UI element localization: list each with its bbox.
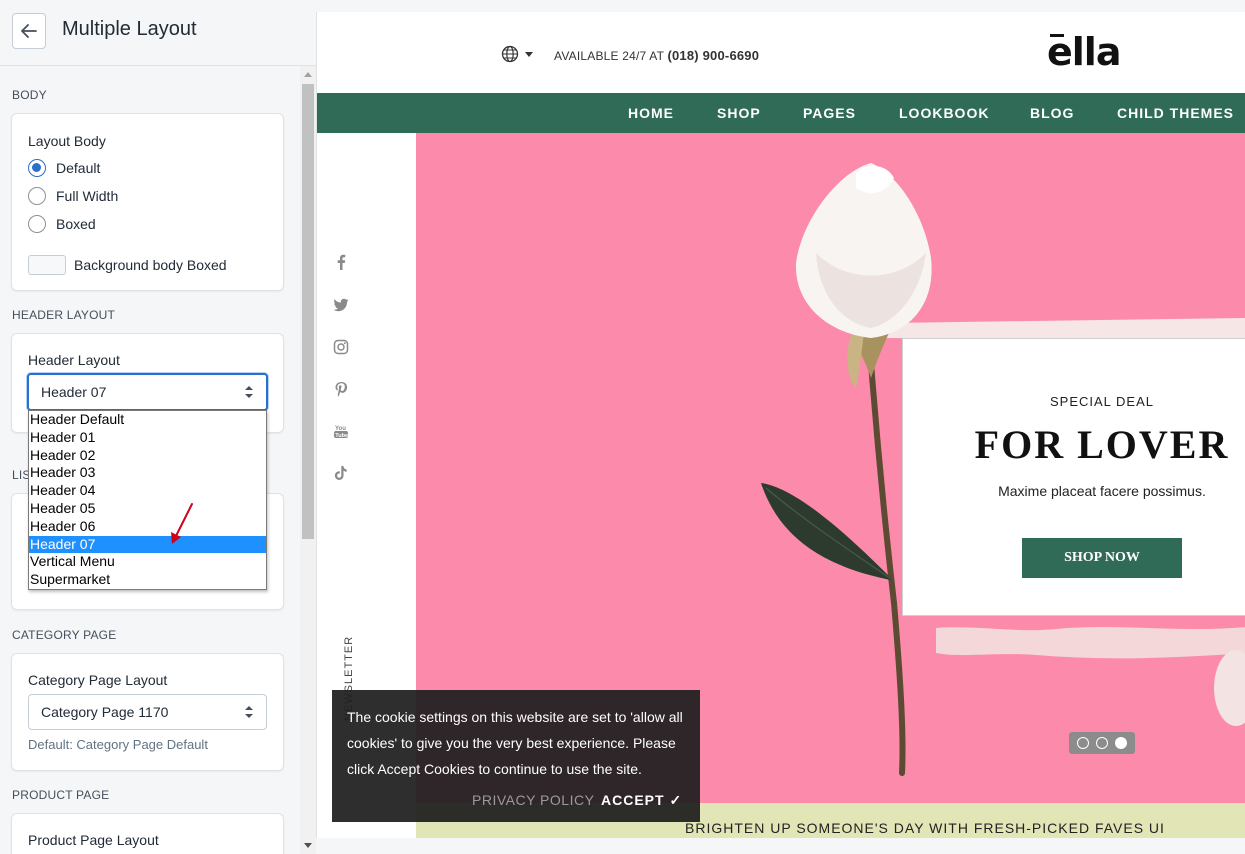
category-layout-select-value: Category Page 1170 [41,704,169,720]
dropdown-option-selected[interactable]: Header 07 [29,535,266,554]
radio-full-width[interactable]: Full Width [28,187,118,205]
promo-title: FOR LOVER [974,422,1230,467]
annotation-arrow-icon [171,503,193,544]
back-arrow-icon [21,24,37,38]
nav-blog[interactable]: BLOG [1030,93,1074,133]
radio-boxed[interactable]: Boxed [28,215,96,233]
availability-text: AVAILABLE 24/7 AT (018) 900-6690 [554,48,759,63]
availability-prefix: AVAILABLE 24/7 AT [554,49,664,63]
globe-icon[interactable] [501,45,519,63]
dropdown-option[interactable]: Supermarket [29,571,266,589]
chevron-down-icon[interactable] [525,52,533,57]
dropdown-option[interactable]: Header 01 [29,429,266,447]
instagram-icon[interactable] [333,339,349,355]
radio-default-control[interactable] [28,159,46,177]
header-layout-label: Header Layout [28,352,120,368]
radio-full-width-control[interactable] [28,187,46,205]
section-title-body: BODY [12,88,47,102]
youtube-icon[interactable]: You Tube [333,423,349,439]
tiktok-icon[interactable] [333,465,349,481]
slider-dot[interactable] [1095,737,1108,749]
select-arrows-icon [245,386,253,398]
back-button[interactable] [12,13,46,49]
sidebar-scrollbar[interactable] [300,66,316,854]
radio-boxed-control[interactable] [28,215,46,233]
promo-kicker: SPECIAL DEAL [1049,394,1154,409]
slider-pagination [1069,732,1135,754]
dropdown-option[interactable]: Header 06 [29,518,266,536]
section-title-header: HEADER LAYOUT [12,308,116,322]
layout-body-label: Layout Body [28,133,106,149]
radio-boxed-label: Boxed [56,216,96,232]
header-layout-dropdown: Header Default Header 01 Header 02 Heade… [28,410,267,590]
header-layout-select[interactable]: Header 07 [27,373,268,411]
select-arrows-icon [245,706,253,718]
promo-card: SPECIAL DEAL FOR LOVER Maxime placeat fa… [902,338,1245,616]
radio-default[interactable]: Default [28,159,100,177]
utility-bar: AVAILABLE 24/7 AT (018) 900-6690 ella [317,12,1245,93]
scroll-thumb[interactable] [302,84,314,539]
product-settings-card: Product Page Layout [11,813,284,854]
svg-text:Tube: Tube [335,433,348,439]
dropdown-option[interactable]: Header 03 [29,464,266,482]
main-navigation: HOME SHOP PAGES LOOKBOOK BLOG CHILD THEM… [317,93,1245,133]
cookie-message: The cookie settings on this website are … [347,709,683,777]
dropdown-option[interactable]: Header 05 [29,500,266,518]
promo-subtitle: Maxime placeat facere possimus. [998,483,1206,499]
panel-title: Multiple Layout [62,18,197,40]
scroll-up-arrow[interactable] [304,72,312,77]
privacy-policy-link[interactable]: PRIVACY POLICY [472,792,594,808]
nav-pages[interactable]: PAGES [803,93,856,133]
background-body-boxed: Background body Boxed [28,255,227,275]
dropdown-option[interactable]: Header Default [29,411,266,429]
section-title-product: PRODUCT PAGE [12,788,110,802]
background-body-boxed-label: Background body Boxed [74,257,227,273]
accept-cookies-button[interactable]: ACCEPT ✓ [601,792,682,809]
twitter-icon[interactable] [333,297,349,313]
promo-strip-text: BRIGHTEN UP SOMEONE'S DAY WITH FRESH-PIC… [685,820,1165,836]
cookie-banner: The cookie settings on this website are … [332,690,700,822]
color-swatch[interactable] [28,255,66,275]
header-layout-select-value: Header 07 [41,384,107,400]
dropdown-option[interactable]: Vertical Menu [29,553,266,571]
radio-default-label: Default [56,160,101,176]
slider-dot[interactable] [1076,737,1089,749]
nav-child-themes[interactable]: CHILD THEMES [1117,93,1234,133]
shop-now-button[interactable]: SHOP NOW [1022,538,1182,578]
scroll-down-arrow[interactable] [304,843,312,848]
phone-number[interactable]: (018) 900-6690 [667,48,759,63]
slider-dot-active[interactable] [1115,737,1128,749]
nav-shop[interactable]: SHOP [717,93,761,133]
category-settings-card: Category Page Layout Category Page 1170 … [11,653,284,771]
facebook-icon[interactable] [333,254,349,270]
nav-home[interactable]: HOME [628,93,674,133]
category-layout-label: Category Page Layout [28,672,168,688]
section-title-category: CATEGORY PAGE [12,628,117,642]
store-logo[interactable]: ella [1047,30,1121,74]
dropdown-option[interactable]: Header 02 [29,447,266,465]
dropdown-option[interactable]: Header 04 [29,482,266,500]
body-settings-card: Layout Body Default Full Width Boxed Bac… [11,113,284,291]
store-preview: AVAILABLE 24/7 AT (018) 900-6690 ella HO… [316,12,1245,838]
product-layout-label: Product Page Layout [28,832,159,848]
category-help-text: Default: Category Page Default [28,737,208,752]
nav-lookbook[interactable]: LOOKBOOK [899,93,989,133]
sidebar-header: Multiple Layout [0,0,316,66]
pinterest-icon[interactable] [333,381,349,397]
radio-full-width-label: Full Width [56,188,119,204]
category-layout-select[interactable]: Category Page 1170 [28,694,267,730]
